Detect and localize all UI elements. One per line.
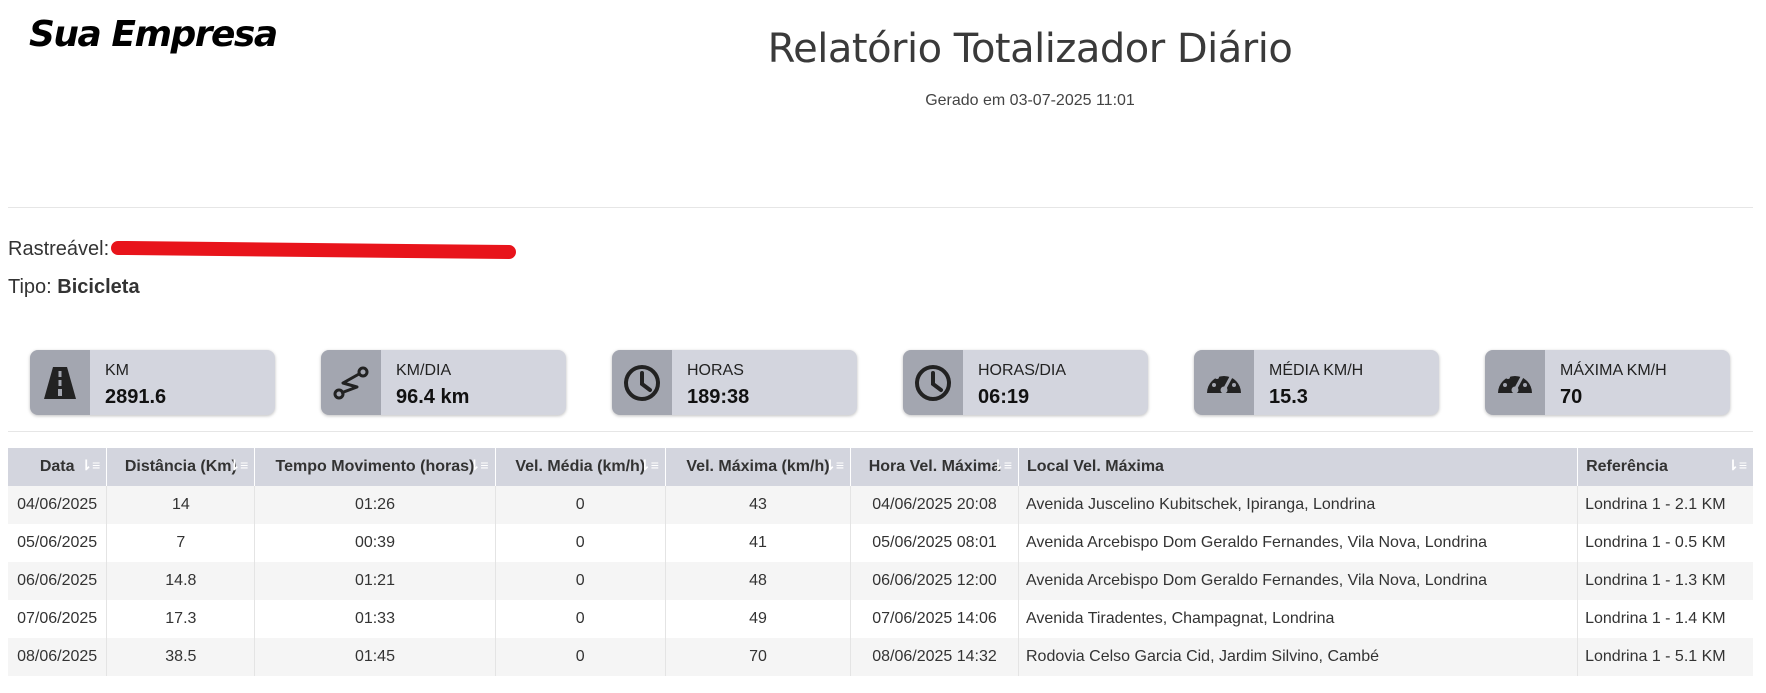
card-value: 189:38: [687, 386, 750, 408]
table-row: 06/06/2025 14.8 01:21 0 48 06/06/2025 12:00 Av…: [8, 562, 1753, 600]
column-header-moving-time[interactable]: Tempo Movimento (horas) ⇂≡: [254, 448, 496, 486]
table-cell: Avenida Arcebispo Dom Geraldo Fernandes,…: [1018, 524, 1579, 562]
clock-icon: [903, 350, 963, 415]
report-title: Relatório Totalizador Diário: [767, 26, 1293, 72]
type-label: Tipo:: [8, 276, 52, 298]
table-cell: 0: [495, 486, 666, 524]
table-cell: 00:39: [254, 524, 496, 562]
card-average-speed: MÉDIA KM/H 15.3: [1194, 350, 1439, 415]
table-cell: 0: [495, 638, 666, 676]
type-row: Tipo: Bicicleta: [8, 276, 140, 299]
card-max-speed: MÁXIMA KM/H 70: [1485, 350, 1730, 415]
table-header-row: Data ⇂≡ Distância (Km) ⇂≡ Tempo Movimento …: [8, 448, 1753, 486]
table-cell: 05/06/2025: [8, 524, 108, 562]
table-cell: 01:33: [254, 600, 496, 638]
card-km-per-day: KM/DIA 96.4 km: [321, 350, 566, 415]
route-icon: [321, 350, 381, 415]
sort-icon[interactable]: ⇂≡: [228, 457, 248, 474]
sort-icon[interactable]: ⇂≡: [80, 457, 100, 474]
table-cell: 05/06/2025 08:01: [850, 524, 1019, 562]
table-cell: 38.5: [106, 638, 256, 676]
table-cell: 49: [665, 600, 852, 638]
table-cell: 17.3: [106, 600, 256, 638]
card-value: 06:19: [978, 386, 1030, 408]
table-cell: 01:26: [254, 486, 496, 524]
sort-icon[interactable]: ⇂≡: [824, 457, 844, 474]
table-cell: 14.8: [106, 562, 256, 600]
card-label: HORAS/DIA: [978, 362, 1067, 379]
column-header-reference[interactable]: Referência ⇂≡: [1578, 448, 1753, 486]
divider: [8, 431, 1753, 432]
card-label: KM/DIA: [396, 362, 452, 379]
daily-report-table: Data ⇂≡ Distância (Km) ⇂≡ Tempo Movimento …: [8, 448, 1753, 676]
table-cell: 08/06/2025: [8, 638, 108, 676]
table-cell: 08/06/2025 14:32: [850, 638, 1019, 676]
column-header-max-speed[interactable]: Vel. Máxima (km/h) ⇂≡: [665, 448, 852, 486]
tracked-label: Rastreável:: [8, 238, 110, 260]
table-cell: Avenida Tiradentes, Champagnat, Londrina: [1018, 600, 1579, 638]
table-row: 05/06/2025 7 00:39 0 41 05/06/2025 08:01 Aveni…: [8, 524, 1753, 562]
table-cell: 41: [665, 524, 852, 562]
card-label: MÁXIMA KM/H: [1560, 362, 1667, 379]
speedometer-icon: [1194, 350, 1254, 415]
table-cell: Londrina 1 - 0.5 KM: [1585, 534, 1726, 551]
table-cell: 07/06/2025 14:06: [850, 600, 1019, 638]
card-label: HORAS: [687, 362, 744, 379]
road-icon: [30, 350, 90, 415]
table-cell: 04/06/2025 20:08: [850, 486, 1019, 524]
table-cell: Londrina 1 - 5.1 KM: [1585, 648, 1726, 665]
column-header-max-speed-location[interactable]: Local Vel. Máxima: [1018, 448, 1579, 486]
table-cell: 70: [665, 638, 852, 676]
table-cell: 01:45: [254, 638, 496, 676]
table-row: 08/06/2025 38.5 01:45 0 70 08/06/2025 14:32 Ro…: [8, 638, 1753, 676]
table-row: 04/06/2025 14 01:26 0 43 04/06/2025 20:08 Aven…: [8, 486, 1753, 524]
table-cell: 01:21: [254, 562, 496, 600]
clock-icon: [612, 350, 672, 415]
redaction-mark: [111, 240, 517, 259]
card-value: 70: [1560, 386, 1583, 408]
table-cell: Londrina 1 - 1.3 KM: [1585, 572, 1726, 589]
sort-icon[interactable]: ⇂≡: [469, 457, 489, 474]
table-cell: 06/06/2025 12:00: [850, 562, 1019, 600]
table-cell: 43: [665, 486, 852, 524]
table-cell: 7: [106, 524, 256, 562]
card-label: KM: [105, 362, 129, 379]
divider: [8, 207, 1753, 208]
table-cell: Londrina 1 - 2.1 KM: [1585, 496, 1726, 513]
generated-timestamp: Gerado em 03-07-2025 11:01: [925, 92, 1135, 109]
sort-icon[interactable]: ⇂≡: [1727, 457, 1747, 474]
table-cell: 48: [665, 562, 852, 600]
card-value: 15.3: [1269, 386, 1308, 408]
card-value: 96.4 km: [396, 386, 470, 408]
column-header-distance[interactable]: Distância (Km) ⇂≡: [106, 448, 256, 486]
sort-icon[interactable]: ⇂≡: [639, 457, 659, 474]
card-value: 2891.6: [105, 386, 167, 408]
table-cell: 06/06/2025: [8, 562, 108, 600]
table-cell: Avenida Juscelino Kubitschek, Ipiranga, …: [1018, 486, 1579, 524]
table-cell: Avenida Arcebispo Dom Geraldo Fernandes,…: [1018, 562, 1579, 600]
table-cell: 04/06/2025: [8, 486, 108, 524]
speedometer-icon: [1485, 350, 1545, 415]
card-hours-per-day: HORAS/DIA 06:19: [903, 350, 1148, 415]
card-hours: HORAS 189:38: [612, 350, 857, 415]
column-header-avg-speed[interactable]: Vel. Média (km/h) ⇂≡: [495, 448, 666, 486]
table-cell: 07/06/2025: [8, 600, 108, 638]
table-cell: 14: [106, 486, 256, 524]
table-cell: 0: [495, 600, 666, 638]
table-cell: Rodovia Celso Garcia Cid, Jardim Silvino…: [1018, 638, 1579, 676]
tracked-row: Rastreável:: [8, 238, 517, 261]
table-cell: Londrina 1 - 1.4 KM: [1585, 610, 1726, 627]
table-cell: 0: [495, 562, 666, 600]
card-label: MÉDIA KM/H: [1269, 362, 1364, 379]
table-cell: 0: [495, 524, 666, 562]
type-value: Bicicleta: [57, 276, 140, 298]
sort-icon[interactable]: ⇂≡: [992, 457, 1012, 474]
card-km: KM 2891.6: [30, 350, 275, 415]
column-header-date[interactable]: Data ⇂≡: [8, 448, 108, 486]
column-header-max-speed-time[interactable]: Hora Vel. Máxima ⇂≡: [850, 448, 1019, 486]
table-row: 07/06/2025 17.3 01:33 0 49 07/06/2025 14:06 Av…: [8, 600, 1753, 638]
